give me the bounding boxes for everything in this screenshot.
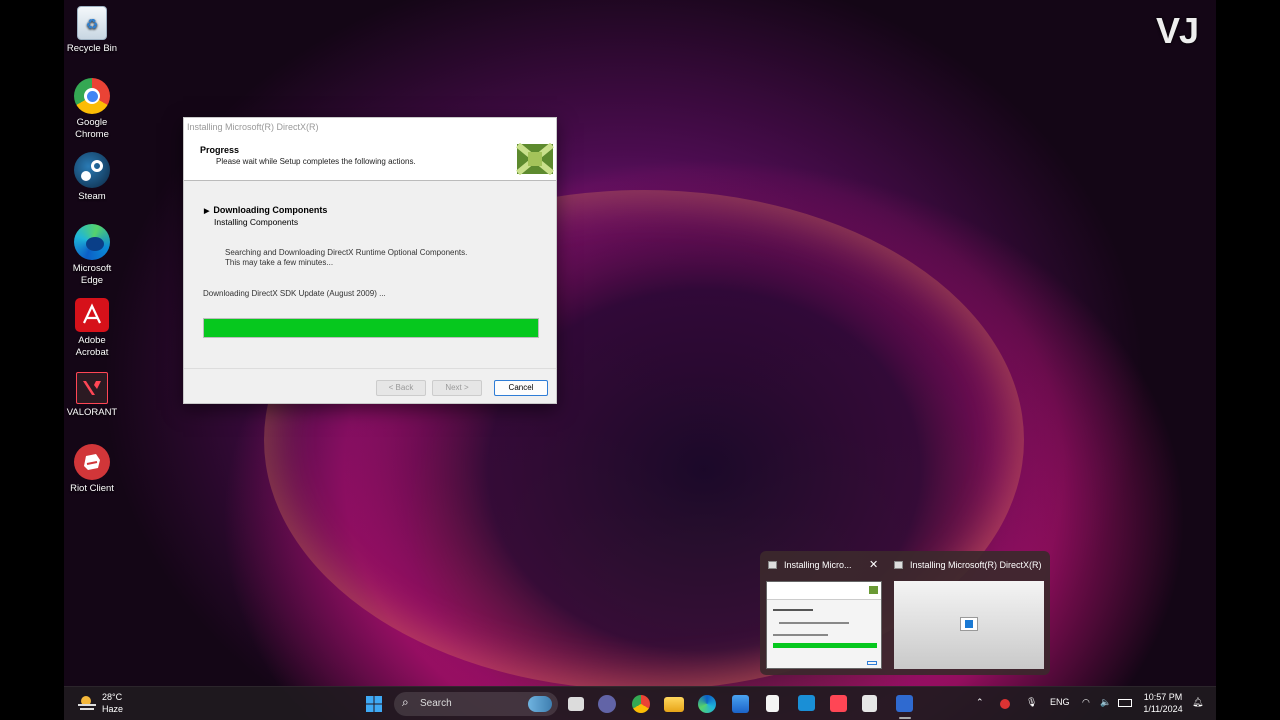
task-view-icon[interactable] <box>568 697 584 711</box>
valorant-icon <box>76 372 108 404</box>
start-button[interactable] <box>364 695 384 713</box>
desktop-icon-label: Recycle Bin <box>66 43 118 54</box>
edge-icon <box>74 224 110 260</box>
app-icon <box>768 561 777 569</box>
desktop-icon-chrome[interactable]: Google Chrome <box>64 78 120 141</box>
taskbar-chrome-icon[interactable] <box>632 695 650 713</box>
back-button[interactable]: < Back <box>376 380 426 396</box>
acrobat-icon <box>75 298 109 332</box>
desktop-icon-label: Google Chrome <box>75 117 109 140</box>
desktop-icon-recycle-bin[interactable]: ♻ Recycle Bin <box>64 6 120 55</box>
notepad-icon[interactable] <box>766 695 779 712</box>
dialog-header: Progress Please wait while Setup complet… <box>184 136 556 181</box>
installer-icon[interactable] <box>862 695 877 712</box>
next-button[interactable]: Next > <box>432 380 482 396</box>
windows-icon <box>366 696 382 712</box>
steam-icon <box>74 152 110 188</box>
directx-logo-icon <box>516 142 554 176</box>
desktop-icon-steam[interactable]: Steam <box>64 152 120 203</box>
notification-bell-icon[interactable]: 🔔︎ <box>1192 697 1203 708</box>
riot-client-icon <box>74 444 110 480</box>
desktop-icon-label: Riot Client <box>70 483 114 494</box>
cancel-button[interactable]: Cancel <box>494 380 548 396</box>
preview-thumbnail-2 <box>894 581 1044 669</box>
search-label: Search <box>420 698 452 709</box>
preview-item-2-title: Installing Microsoft(R) DirectX(R) <box>910 560 1042 570</box>
weather-widget[interactable]: 28°C Haze <box>78 692 148 716</box>
preview-thumbnail-1 <box>766 581 882 669</box>
tray-app-icon[interactable] <box>1000 699 1010 709</box>
description-line-2: This may take a few minutes... <box>225 258 334 267</box>
clock-date: 1/11/2024 <box>1143 704 1183 714</box>
taskbar-preview-popup: Installing Micro... ✕ Installing Microso… <box>760 551 1050 675</box>
download-status: Downloading DirectX SDK Update (August 2… <box>203 289 386 298</box>
volume-icon[interactable]: 🔈 <box>1100 697 1111 708</box>
chrome-icon <box>74 78 110 114</box>
file-explorer-icon[interactable] <box>664 697 684 712</box>
header-title: Progress <box>200 145 240 155</box>
search-icon: ⌕ <box>402 695 409 709</box>
step-title: ▶ Downloading Components <box>204 205 327 215</box>
battery-icon[interactable] <box>1118 699 1132 707</box>
desktop-icon-edge[interactable]: Microsoft Edge <box>64 224 120 287</box>
desktop-icon-label: Steam <box>78 191 106 202</box>
button-divider <box>184 368 556 369</box>
desktop-icon-label: VALORANT <box>66 407 118 418</box>
language-indicator[interactable]: ENG <box>1050 697 1070 707</box>
description-line-1: Searching and Downloading DirectX Runtim… <box>225 248 468 257</box>
show-hidden-icons[interactable]: ⌃ <box>976 697 984 708</box>
taskbar: 28°C Haze ⌕ Search ⌃ 🎙 ENG ◠ 🔈 10:57 PM … <box>64 686 1216 720</box>
taskbar-edge-icon[interactable] <box>698 695 716 713</box>
close-icon[interactable]: ✕ <box>869 558 878 571</box>
weather-haze-icon <box>78 696 96 710</box>
dialog-title-bar[interactable]: Installing Microsoft(R) DirectX(R) <box>184 118 556 136</box>
desktop-icon-label: Adobe Acrobat <box>75 335 109 358</box>
directx-setup-dialog[interactable]: Installing Microsoft(R) DirectX(R) Progr… <box>183 117 557 404</box>
svg-text:♻: ♻ <box>86 17 99 33</box>
desktop-icon-valorant[interactable]: VALORANT <box>64 372 120 419</box>
watermark: VJ <box>1155 10 1199 51</box>
preview-item-2[interactable]: Installing Microsoft(R) DirectX(R) <box>890 551 1046 675</box>
clock[interactable]: 10:57 PM 1/11/2024 <box>1140 691 1186 715</box>
remote-desktop-icon[interactable] <box>798 695 815 711</box>
microsoft-store-icon[interactable] <box>732 695 749 713</box>
preview-item-1-title: Installing Micro... <box>784 560 852 570</box>
recycle-bin-icon: ♻ <box>77 6 107 40</box>
progress-bar-fill <box>204 319 538 337</box>
desktop: VJ ♻ Recycle Bin Google Chrome Steam Mic… <box>64 0 1216 720</box>
microphone-icon[interactable]: 🎙 <box>1026 697 1037 708</box>
weather-temp: 28°C <box>102 692 123 702</box>
header-subtitle: Please wait while Setup completes the fo… <box>216 157 416 166</box>
preview-item-1[interactable]: Installing Micro... ✕ <box>760 551 886 675</box>
directx-setup-taskbar-icon[interactable] <box>896 695 913 712</box>
teams-chat-icon[interactable] <box>598 695 616 713</box>
step-subtitle: Installing Components <box>214 217 299 227</box>
wifi-icon[interactable]: ◠ <box>1082 697 1090 708</box>
clock-time: 10:57 PM <box>1143 692 1183 702</box>
search-highlight-icon <box>528 696 552 712</box>
active-app-indicator <box>899 717 911 719</box>
desktop-icon-riot-client[interactable]: Riot Client <box>64 444 120 495</box>
step-title-text: Downloading Components <box>213 205 328 215</box>
desktop-icon-acrobat[interactable]: Adobe Acrobat <box>64 298 120 359</box>
step-arrow-icon: ▶ <box>204 208 210 215</box>
desktop-icon-label: Microsoft Edge <box>72 263 112 286</box>
app-icon <box>894 561 903 569</box>
taskbar-search-box[interactable]: ⌕ Search <box>394 692 558 716</box>
weather-desc: Haze <box>102 704 124 714</box>
taskbar-valorant-icon[interactable] <box>830 695 847 712</box>
progress-bar <box>203 318 539 338</box>
